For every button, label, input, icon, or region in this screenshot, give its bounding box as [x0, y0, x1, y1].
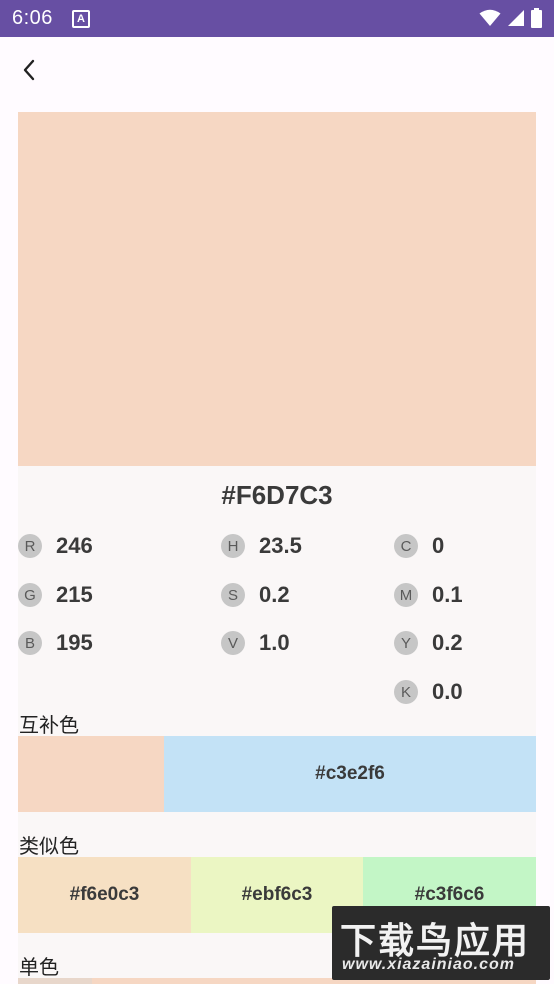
channel-chip-y: Y: [394, 631, 418, 655]
value-c: C 0: [394, 533, 444, 559]
complementary-swatch[interactable]: #c3e2f6: [164, 736, 536, 812]
status-time: 6:06: [12, 7, 53, 29]
back-button[interactable]: [12, 53, 46, 87]
value-v-number: 1.0: [259, 630, 290, 655]
wifi-icon: [479, 9, 501, 26]
value-m-number: 0.1: [432, 582, 463, 607]
channel-chip-m: M: [394, 583, 418, 607]
watermark-logo: 下载鸟应用 www.xiazainiao.com: [332, 906, 550, 980]
complementary-row: #c3e2f6: [18, 736, 536, 812]
value-b: B 195: [18, 630, 93, 656]
system-icons: [479, 8, 542, 28]
value-h: H 23.5: [221, 533, 302, 559]
notification-icon: A: [72, 10, 90, 28]
value-r-number: 246: [56, 533, 93, 558]
battery-icon: [531, 8, 542, 28]
status-bar: 6:06 A: [0, 0, 554, 37]
analogous-label: 类似色: [19, 836, 79, 858]
value-c-number: 0: [432, 533, 445, 558]
value-g: G 215: [18, 582, 93, 608]
analogous-swatch-1[interactable]: #f6e0c3: [18, 857, 191, 933]
channel-chip-h: H: [221, 534, 245, 558]
value-r: R 246: [18, 533, 93, 559]
value-g-number: 215: [56, 582, 93, 607]
monochrome-label: 单色: [19, 957, 59, 979]
watermark-url: www.xiazainiao.com: [342, 956, 516, 973]
value-k: K 0.0: [394, 679, 463, 705]
value-y: Y 0.2: [394, 630, 463, 656]
monochrome-swatch-1[interactable]: [18, 978, 92, 984]
signal-icon: [508, 10, 524, 26]
complementary-swatch-base[interactable]: [18, 736, 164, 812]
value-s: S 0.2: [221, 582, 290, 608]
color-detail-card: #F6D7C3 R 246 G 215 B 195 H 23.5 S 0.2 V…: [18, 112, 536, 984]
channel-chip-v: V: [221, 631, 245, 655]
channel-chip-c: C: [394, 534, 418, 558]
color-preview-swatch: [18, 112, 536, 466]
value-y-number: 0.2: [432, 630, 463, 655]
value-v: V 1.0: [221, 630, 290, 656]
channel-chip-b: B: [18, 631, 42, 655]
channel-chip-k: K: [394, 680, 418, 704]
channel-chip-s: S: [221, 583, 245, 607]
value-m: M 0.1: [394, 582, 463, 608]
value-b-number: 195: [56, 630, 93, 655]
channel-chip-g: G: [18, 583, 42, 607]
top-app-bar: [0, 37, 554, 103]
value-k-number: 0.0: [432, 679, 463, 704]
value-s-number: 0.2: [259, 582, 290, 607]
back-arrow-icon: [23, 59, 35, 81]
complementary-label: 互补色: [19, 715, 79, 737]
color-hex-title: #F6D7C3: [221, 480, 333, 510]
channel-chip-r: R: [18, 534, 42, 558]
value-h-number: 23.5: [259, 533, 302, 558]
